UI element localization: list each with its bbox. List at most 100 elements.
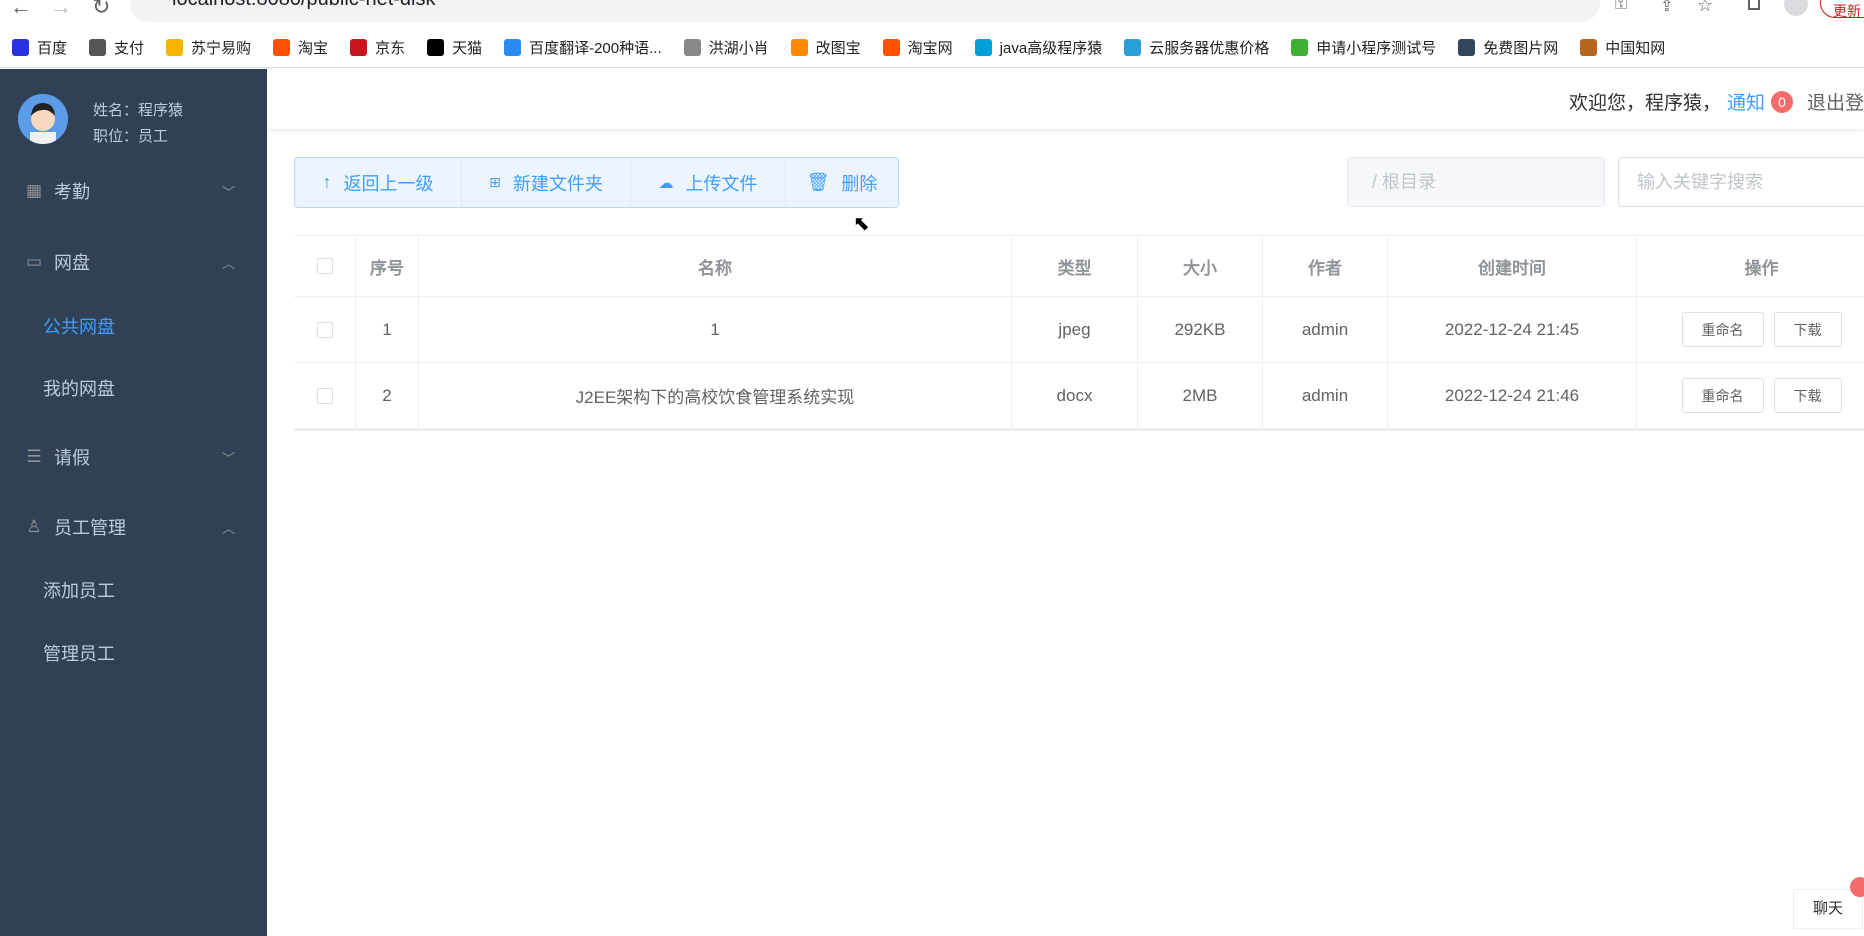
bookmarks-bar: 百度 支付 苏宁易购 淘宝 京东 天猫 百度翻译-200种语... 洪湖小肖 改图宝 淘宝网 jav… (0, 28, 1864, 68)
bookmark-item[interactable]: 天猫 (427, 37, 482, 58)
bookmark-label: 苏宁易购 (191, 40, 252, 57)
file-toolbar: ↑ 返回上一级 ⊞ 新建文件夹 ☁ 上传文件 🗑 删除 (294, 157, 899, 208)
user-name: 姓名：程序猿 (93, 102, 184, 119)
row-checkbox[interactable] (316, 387, 333, 404)
chevron-up-icon: ︿ (221, 255, 235, 271)
created-cell: 2022-12-24 21:46 (1388, 363, 1637, 428)
sidepanel-icon[interactable] (1748, 0, 1760, 10)
address-bar[interactable]: localhost:8080/public-net-disk (130, 0, 1600, 22)
notify-link[interactable]: 通知 (1727, 88, 1765, 115)
index-cell: 2 (356, 363, 419, 428)
update-button[interactable]: 更新 (1820, 0, 1864, 19)
select-cell (294, 363, 356, 428)
rename-button[interactable]: 重命名 (1681, 378, 1764, 413)
bilibili-icon (974, 39, 992, 56)
document-icon: ☰ (26, 447, 42, 466)
bookmark-item[interactable]: 申请小程序测试号 (1291, 37, 1436, 58)
jd-icon (350, 39, 368, 56)
submenu-add-employee[interactable]: 添加员工 (43, 571, 115, 611)
avatar (18, 94, 68, 144)
bookmark-item[interactable]: 云服务器优惠价格 (1124, 37, 1269, 58)
bookmark-item[interactable]: java高级程序猿 (974, 37, 1102, 58)
chat-button[interactable]: 聊天 (1793, 889, 1863, 929)
bookmark-item[interactable]: 淘宝网 (882, 37, 953, 58)
header-user-area: 欢迎您，程序猿， 通知 0 退出登 (1569, 88, 1864, 115)
bookmark-item[interactable]: 百度翻译-200种语... (504, 37, 662, 58)
notify-badge: 0 (1770, 90, 1793, 113)
bookmark-item[interactable]: 京东 (350, 37, 405, 58)
logout-link[interactable]: 退出登 (1807, 88, 1864, 115)
user-icon: ♙ (26, 517, 42, 536)
created-cell: 2022-12-24 21:45 (1388, 297, 1637, 362)
search-input[interactable] (1618, 157, 1864, 207)
row-checkbox[interactable] (316, 321, 333, 338)
rename-button[interactable]: 重命名 (1681, 312, 1764, 347)
tumblr-icon (1458, 39, 1476, 56)
menu-employee-mgmt[interactable]: ♙ 员工管理 ︿ (0, 496, 267, 558)
wechat-icon (1291, 39, 1309, 56)
submenu-my-disk[interactable]: 我的网盘 (43, 369, 115, 409)
upload-button[interactable]: ☁ 上传文件 (631, 158, 786, 207)
bookmark-item[interactable]: 百度 (12, 37, 67, 58)
author-cell: admin (1263, 297, 1388, 362)
back-arrow-icon[interactable]: ← (10, 0, 32, 20)
forward-arrow-icon[interactable]: → (50, 0, 72, 20)
bookmark-item[interactable]: 免费图片网 (1458, 37, 1558, 58)
name-cell[interactable]: J2EE架构下的高校饮食管理系统实现 (419, 363, 1012, 428)
chevron-up-icon: ︿ (221, 520, 235, 536)
submenu-manage-employee[interactable]: 管理员工 (43, 634, 115, 674)
submenu-public-disk[interactable]: 公共网盘 (43, 307, 115, 347)
url-text: localhost:8080/public-net-disk (172, 0, 436, 10)
gaitubao-icon (790, 39, 808, 56)
bookmark-label: 天猫 (452, 40, 483, 57)
download-button[interactable]: 下载 (1773, 312, 1842, 347)
download-button[interactable]: 下载 (1773, 378, 1842, 413)
menu-label: 网盘 (54, 253, 90, 273)
profile-icon[interactable] (1784, 0, 1808, 16)
share-icon[interactable]: ⇪ (1660, 0, 1673, 16)
grid-icon: ▦ (25, 181, 43, 200)
delete-button[interactable]: 🗑 删除 (786, 158, 898, 207)
bookmark-label: 申请小程序测试号 (1316, 40, 1437, 57)
cloud-icon (1124, 39, 1142, 56)
arrow-up-icon: ↑ (322, 172, 332, 192)
bookmark-item[interactable]: 中国知网 (1580, 37, 1665, 58)
bookmark-label: 百度 (37, 40, 68, 57)
bookmark-item[interactable]: 支付 (89, 37, 144, 58)
select-all-checkbox[interactable] (316, 258, 333, 274)
taobao-icon (273, 39, 291, 56)
folder-icon: ▭ (25, 252, 43, 271)
reload-icon[interactable]: ↻ (92, 0, 110, 20)
menu-leave[interactable]: ☰ 请假 ﹀ (0, 426, 267, 488)
bookmark-label: 淘宝 (298, 40, 329, 57)
bookmark-item[interactable]: 苏宁易购 (166, 37, 251, 58)
cnki-icon (1580, 39, 1598, 56)
bookmark-item[interactable]: 改图宝 (790, 37, 861, 58)
table-row: 1 1 jpeg 292KB admin 2022-12-24 21:45 重命… (294, 297, 1864, 363)
table-row: 2 J2EE架构下的高校饮食管理系统实现 docx 2MB admin 2022… (294, 363, 1864, 429)
suning-icon (166, 39, 184, 56)
bookmark-label: 京东 (375, 40, 406, 57)
bookmark-item[interactable]: 淘宝 (273, 37, 328, 58)
name-cell[interactable]: 1 (419, 297, 1012, 362)
bookmark-item[interactable]: 洪湖小肖 (683, 37, 769, 58)
tmall-icon (427, 39, 445, 56)
menu-label: 请假 (54, 448, 90, 468)
key-icon[interactable]: ⚿ (1615, 0, 1627, 14)
browser-toolbar: ← → ↻ localhost:8080/public-net-disk ⚿ ⇪… (0, 0, 1864, 24)
menu-label: 员工管理 (54, 518, 126, 538)
star-icon[interactable]: ☆ (1697, 0, 1713, 16)
taobao-icon (882, 39, 900, 56)
chevron-down-icon: ﹀ (221, 450, 235, 466)
baidu-icon (12, 39, 29, 56)
type-cell: docx (1012, 363, 1138, 428)
back-button[interactable]: ↑ 返回上一级 (295, 158, 462, 207)
new-folder-button[interactable]: ⊞ 新建文件夹 (462, 158, 631, 207)
bookmark-label: 中国知网 (1605, 40, 1666, 57)
column-header: 创建时间 (1388, 236, 1637, 296)
column-header: 作者 (1263, 236, 1388, 296)
menu-attendance[interactable]: ▦ 考勤 ﹀ (0, 160, 267, 222)
menu-netdisk[interactable]: ▭ 网盘 ︿ (0, 231, 267, 293)
actions-cell: 重命名 下载 (1637, 363, 1864, 428)
bookmark-label: 洪湖小肖 (708, 40, 769, 57)
